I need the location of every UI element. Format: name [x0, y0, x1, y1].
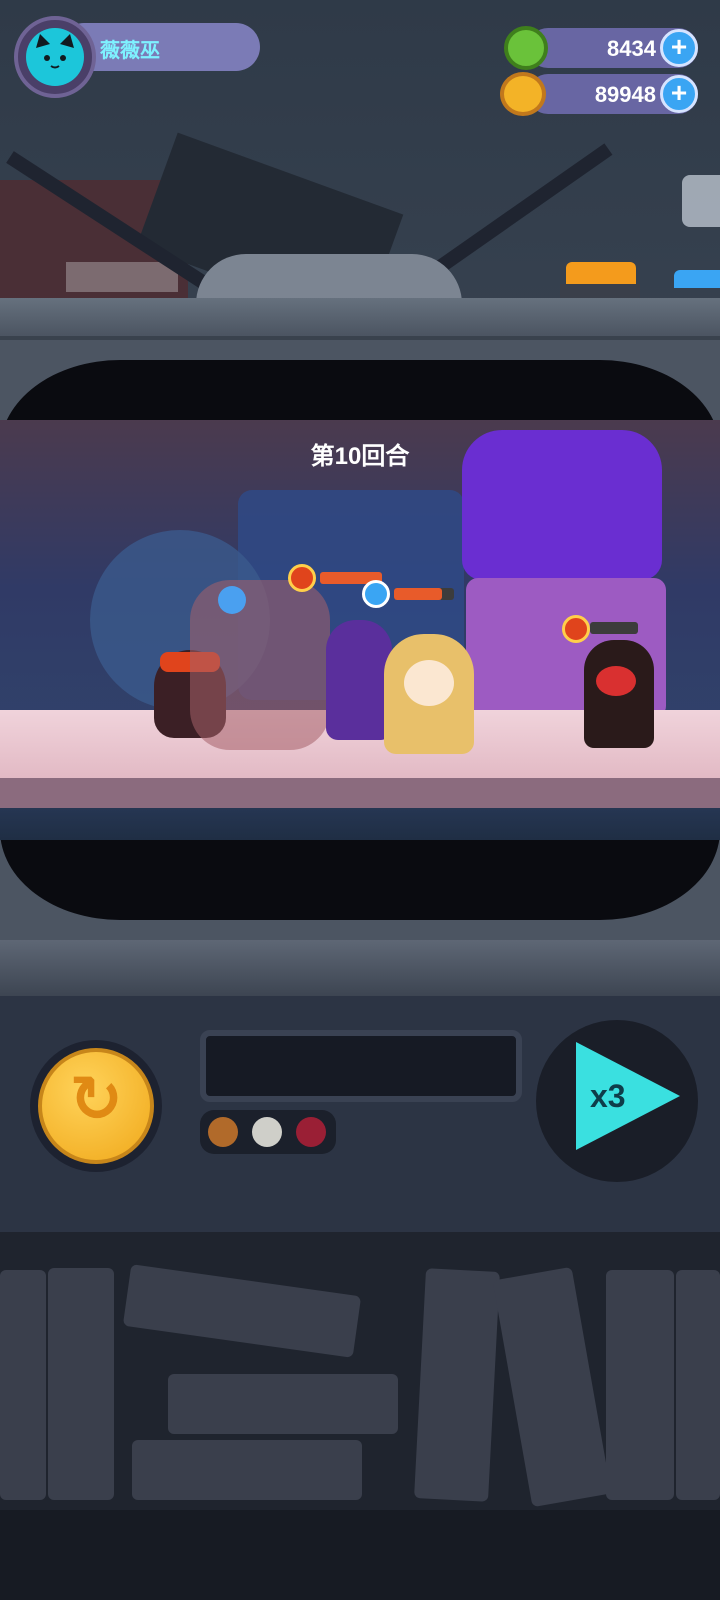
floor-shadow — [0, 778, 720, 808]
speed-label: x3 — [590, 1078, 626, 1114]
cat-face-icon — [26, 28, 84, 86]
bookshelf-base — [0, 1510, 720, 1600]
book-4 — [168, 1374, 398, 1434]
side-share-icon[interactable] — [682, 175, 720, 227]
decor-label — [66, 262, 178, 292]
book-6 — [414, 1268, 500, 1502]
enemy-hp-bar-bg — [590, 622, 638, 634]
hp-bar-2 — [394, 588, 442, 600]
orange-light — [566, 262, 636, 286]
blue-shield-icon — [362, 580, 390, 608]
fire-monster-mouth — [596, 666, 636, 696]
ghost-warrior-character — [190, 580, 330, 750]
blue-light — [674, 270, 720, 288]
display-slot — [200, 1030, 522, 1102]
book-2 — [48, 1268, 114, 1500]
red-shield-icon — [288, 564, 316, 592]
ghost-shield-icon — [218, 586, 246, 614]
red-dot — [296, 1117, 326, 1147]
laurel-hero-face — [404, 660, 454, 706]
book-9 — [676, 1270, 720, 1500]
green-currency-value: 8434 — [607, 36, 656, 61]
enemy-shield-icon — [562, 615, 590, 643]
dashboard-lip — [0, 940, 720, 996]
bg-potion-flask — [462, 430, 662, 580]
round-label: 第10回合 — [310, 443, 410, 470]
gold-currency-value: 89948 — [594, 82, 656, 107]
white-dot — [252, 1117, 282, 1147]
player-name: 薇薇巫 — [100, 40, 160, 62]
restart-icon: ↻ — [69, 1063, 123, 1135]
orange-dot — [208, 1117, 238, 1147]
book-8 — [606, 1270, 674, 1500]
add-gold-currency-button[interactable]: + — [660, 75, 698, 113]
purple-witch-character — [326, 620, 392, 740]
decor-mound — [196, 254, 462, 304]
book-1 — [0, 1270, 46, 1500]
book-5 — [132, 1440, 362, 1500]
add-green-currency-button[interactable]: + — [660, 29, 698, 67]
top-shelf — [0, 298, 720, 338]
